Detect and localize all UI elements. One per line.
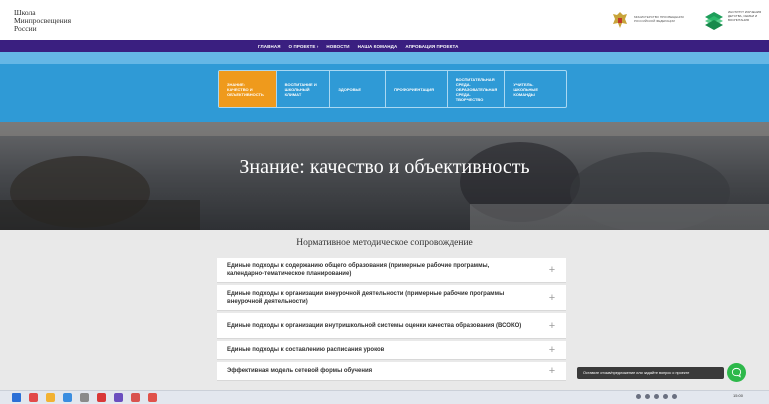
taskbar-app-icon[interactable] bbox=[97, 393, 106, 402]
tab-career-guidance-label: ПРОФОРИЕНТАЦИЯ bbox=[394, 86, 435, 92]
tab-knowledge-label: ЗНАНИЕ: КАЧЕСТВО И ОБЪЕКТИВНОСТЬ bbox=[227, 81, 264, 97]
accordion-item[interactable]: Эффективная модель сетевой формы обучени… bbox=[217, 362, 566, 381]
tab-environment[interactable]: ВОСПИТАТЕЛЬНАЯ СРЕДА. ОБРАЗОВАТЕЛЬНАЯ СР… bbox=[448, 71, 506, 107]
main-nav: ГЛАВНАЯ О ПРОЕКТЕ › НОВОСТИ НАША КОМАНДА… bbox=[0, 40, 769, 52]
nav-item-home[interactable]: ГЛАВНАЯ bbox=[258, 44, 281, 49]
system-tray bbox=[636, 394, 677, 399]
accordion-item[interactable]: Единые подходы к организации внутришколь… bbox=[217, 313, 566, 339]
hero-banner: Знание: качество и объективность bbox=[0, 122, 769, 230]
direction-tabs: ЗНАНИЕ: КАЧЕСТВО И ОБЪЕКТИВНОСТЬ ВОСПИТА… bbox=[218, 70, 567, 108]
accordion-item[interactable]: Единые подходы к составлению расписания … bbox=[217, 341, 566, 360]
plus-icon[interactable]: + bbox=[546, 292, 558, 304]
site-header: Школа Минпросвещения России МИНИСТЕРСТВО… bbox=[0, 0, 769, 40]
accordion-item-label: Эффективная модель сетевой формы обучени… bbox=[227, 368, 373, 374]
tray-icon[interactable] bbox=[654, 394, 659, 399]
chat-icon bbox=[731, 367, 742, 378]
plus-icon[interactable]: + bbox=[546, 365, 558, 377]
nav-item-approbation[interactable]: АПРОБАЦИЯ ПРОЕКТА bbox=[405, 44, 458, 49]
tab-teacher[interactable]: УЧИТЕЛЬ. ШКОЛЬНЫЕ КОМАНДЫ bbox=[505, 71, 566, 107]
volume-icon[interactable] bbox=[672, 394, 677, 399]
clock-time: 15:00 bbox=[733, 393, 744, 398]
tray-icon[interactable] bbox=[645, 394, 650, 399]
nav-item-about[interactable]: О ПРОЕКТЕ › bbox=[289, 44, 319, 49]
os-taskbar: 15:00 bbox=[0, 390, 769, 404]
hero-title: Знание: качество и объективность bbox=[239, 156, 530, 178]
taskbar-app-icon[interactable] bbox=[12, 393, 21, 402]
taskbar-app-icons bbox=[12, 393, 157, 402]
accordion-item-label: Единые подходы к составлению расписания … bbox=[227, 347, 385, 353]
accordion-item-label: Единые подходы к содержанию общего образ… bbox=[227, 263, 490, 277]
directions-band-top bbox=[0, 52, 769, 64]
accordion-item-label: Единые подходы к организации внутришколь… bbox=[227, 322, 522, 329]
ministry-emblem-icon[interactable] bbox=[610, 10, 630, 30]
tab-health-label: ЗДОРОВЬЕ bbox=[338, 86, 361, 92]
tab-upbringing-label: ВОСПИТАНИЕ И ШКОЛЬНЫЙ КЛИМАТ bbox=[284, 81, 317, 97]
nav-item-team[interactable]: НАША КОМАНДА bbox=[358, 44, 398, 49]
taskbar-app-icon[interactable] bbox=[80, 393, 89, 402]
tab-health[interactable]: ЗДОРОВЬЕ bbox=[330, 71, 387, 107]
tray-icon[interactable] bbox=[636, 394, 641, 399]
taskbar-app-icon[interactable] bbox=[148, 393, 157, 402]
institute-name: ИНСТИТУТ ИЗУЧЕНИЯ ДЕТСТВА, СЕМЬИ И ВОСПИ… bbox=[728, 10, 762, 22]
wifi-icon[interactable] bbox=[663, 394, 668, 399]
institute-logo-icon[interactable] bbox=[703, 9, 725, 31]
logo-line-3: России bbox=[14, 24, 37, 33]
plus-icon[interactable]: + bbox=[546, 320, 558, 332]
tab-career-guidance[interactable]: ПРОФОРИЕНТАЦИЯ bbox=[386, 71, 448, 107]
tab-teacher-label: УЧИТЕЛЬ. ШКОЛЬНЫЕ КОМАНДЫ bbox=[513, 81, 539, 97]
taskbar-app-icon[interactable] bbox=[63, 393, 72, 402]
chat-button[interactable] bbox=[727, 363, 746, 382]
section-title: Нормативное методическое сопровождение bbox=[296, 238, 473, 248]
ministry-name: МИНИСТЕРСТВО ПРОСВЕЩЕНИЯ РОССИЙСКОЙ ФЕДЕ… bbox=[634, 15, 684, 23]
nav-item-news[interactable]: НОВОСТИ bbox=[326, 44, 349, 49]
plus-icon[interactable]: + bbox=[546, 344, 558, 356]
taskbar-app-icon[interactable] bbox=[29, 393, 38, 402]
accordion-list: Единые подходы к содержанию общего образ… bbox=[217, 258, 566, 383]
feedback-tooltip: Оставьте отзыв/предложение или задайте в… bbox=[577, 367, 724, 379]
accordion-item-label: Единые подходы к организации внеурочной … bbox=[227, 290, 505, 305]
taskbar-app-icon[interactable] bbox=[46, 393, 55, 402]
tab-upbringing[interactable]: ВОСПИТАНИЕ И ШКОЛЬНЫЙ КЛИМАТ bbox=[277, 71, 331, 107]
tab-environment-label: ВОСПИТАТЕЛЬНАЯ СРЕДА. ОБРАЗОВАТЕЛЬНАЯ СР… bbox=[455, 76, 498, 102]
taskbar-app-icon[interactable] bbox=[114, 393, 123, 402]
plus-icon[interactable]: + bbox=[546, 264, 558, 276]
tab-knowledge[interactable]: ЗНАНИЕ: КАЧЕСТВО И ОБЪЕКТИВНОСТЬ bbox=[219, 71, 277, 107]
accordion-item[interactable]: Единые подходы к организации внеурочной … bbox=[217, 285, 566, 311]
accordion-item[interactable]: Единые подходы к содержанию общего образ… bbox=[217, 258, 566, 283]
site-logo[interactable]: Школа Минпросвещения России bbox=[14, 9, 104, 33]
taskbar-clock[interactable]: 15:00 bbox=[733, 393, 743, 398]
taskbar-app-icon[interactable] bbox=[131, 393, 140, 402]
